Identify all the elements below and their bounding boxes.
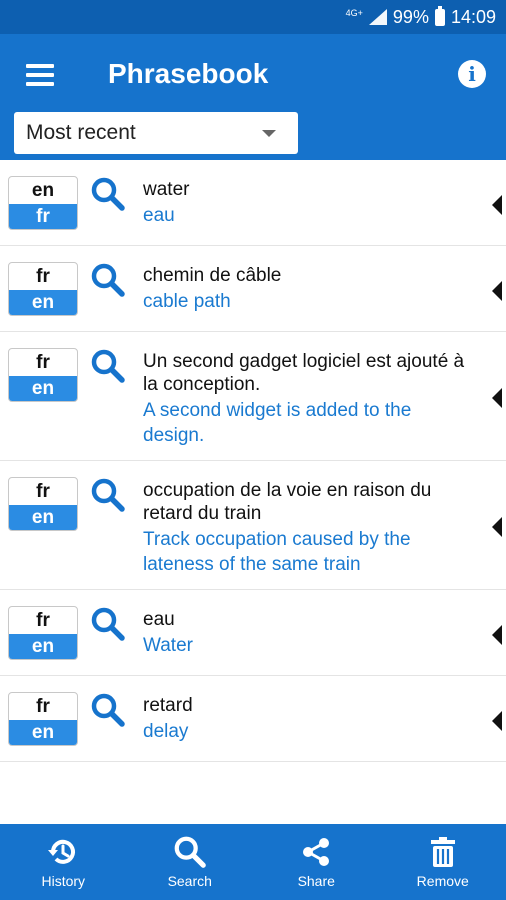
language-pair-badge: fr en <box>8 477 78 531</box>
remove-label: Remove <box>416 873 469 889</box>
source-text: eau <box>143 609 175 630</box>
source-language: fr <box>36 610 50 631</box>
network-type: 4G+ <box>345 8 363 18</box>
bottom-nav: History Search Share Remove <box>0 824 506 900</box>
list-item[interactable]: fr en Un second gadget logiciel est ajou… <box>0 332 506 461</box>
expand-arrow-icon[interactable] <box>492 281 502 301</box>
search-icon[interactable] <box>90 606 126 642</box>
dropdown-caret-icon <box>262 130 276 137</box>
source-language: fr <box>36 352 50 373</box>
sort-select-value: Most recent <box>26 121 136 144</box>
source-language: fr <box>36 266 50 287</box>
search-icon[interactable] <box>90 176 126 212</box>
target-language: en <box>9 505 77 530</box>
source-language: fr <box>36 481 50 502</box>
list-item[interactable]: fr en retard delay <box>0 676 506 762</box>
source-language: fr <box>36 696 50 717</box>
expand-arrow-icon[interactable] <box>492 388 502 408</box>
remove-button[interactable]: Remove <box>388 835 498 889</box>
target-language: en <box>9 720 77 745</box>
source-text: retard <box>143 695 193 716</box>
search-label: Search <box>167 873 212 889</box>
language-pair-badge: fr en <box>8 348 78 402</box>
trash-icon <box>430 837 455 867</box>
list-item[interactable]: en fr water eau <box>0 160 506 246</box>
source-text: water <box>143 179 190 200</box>
clock: 14:09 <box>450 6 496 27</box>
search-icon <box>174 836 206 868</box>
page-title: Phrasebook <box>108 58 269 89</box>
expand-arrow-icon[interactable] <box>492 711 502 731</box>
translation-text: A second widget is added to the design. <box>143 400 412 446</box>
search-icon[interactable] <box>90 477 126 513</box>
source-text: occupation de la voie en raison du retar… <box>143 480 432 524</box>
phrase-list: en fr water eau fr en chemin de câble ca… <box>0 160 506 762</box>
search-icon[interactable] <box>90 348 126 384</box>
expand-arrow-icon[interactable] <box>492 517 502 537</box>
target-language: en <box>9 376 77 401</box>
search-button[interactable]: Search <box>135 835 245 889</box>
list-item[interactable]: fr en eau Water <box>0 590 506 676</box>
translation-text: Water <box>143 635 193 656</box>
signal-icon <box>368 9 387 25</box>
list-item[interactable]: fr en chemin de câble cable path <box>0 246 506 332</box>
target-language: en <box>9 634 77 659</box>
list-item[interactable]: fr en occupation de la voie en raison du… <box>0 461 506 590</box>
battery-icon <box>434 5 445 26</box>
language-pair-badge: fr en <box>8 692 78 746</box>
language-pair-badge: fr en <box>8 606 78 660</box>
language-pair-badge: fr en <box>8 262 78 316</box>
sort-select[interactable]: Most recent <box>14 112 298 154</box>
translation-text: eau <box>143 205 175 226</box>
share-icon <box>303 838 330 866</box>
app-bar: Phrasebook i Most recent <box>0 34 506 160</box>
history-label: History <box>41 873 86 889</box>
share-label: Share <box>297 873 335 889</box>
menu-icon[interactable] <box>26 64 54 88</box>
source-text: Un second gadget logiciel est ajouté à l… <box>143 351 465 395</box>
status-bar: 4G+ 99% 14:09 <box>0 0 506 34</box>
history-icon <box>48 839 76 864</box>
translation-text: cable path <box>143 291 231 312</box>
source-text: chemin de câble <box>143 265 282 286</box>
search-icon[interactable] <box>90 262 126 298</box>
expand-arrow-icon[interactable] <box>492 195 502 215</box>
source-language: en <box>31 180 55 201</box>
info-icon[interactable]: i <box>458 60 486 88</box>
translation-text: Track occupation caused by the lateness … <box>143 529 411 575</box>
language-pair-badge: en fr <box>8 176 78 230</box>
target-language: fr <box>9 204 77 229</box>
translation-text: delay <box>143 721 189 742</box>
share-button[interactable]: Share <box>261 835 371 889</box>
search-icon[interactable] <box>90 692 126 728</box>
history-button[interactable]: History <box>8 835 118 889</box>
battery-level: 99% <box>392 6 429 27</box>
target-language: en <box>9 290 77 315</box>
expand-arrow-icon[interactable] <box>492 625 502 645</box>
